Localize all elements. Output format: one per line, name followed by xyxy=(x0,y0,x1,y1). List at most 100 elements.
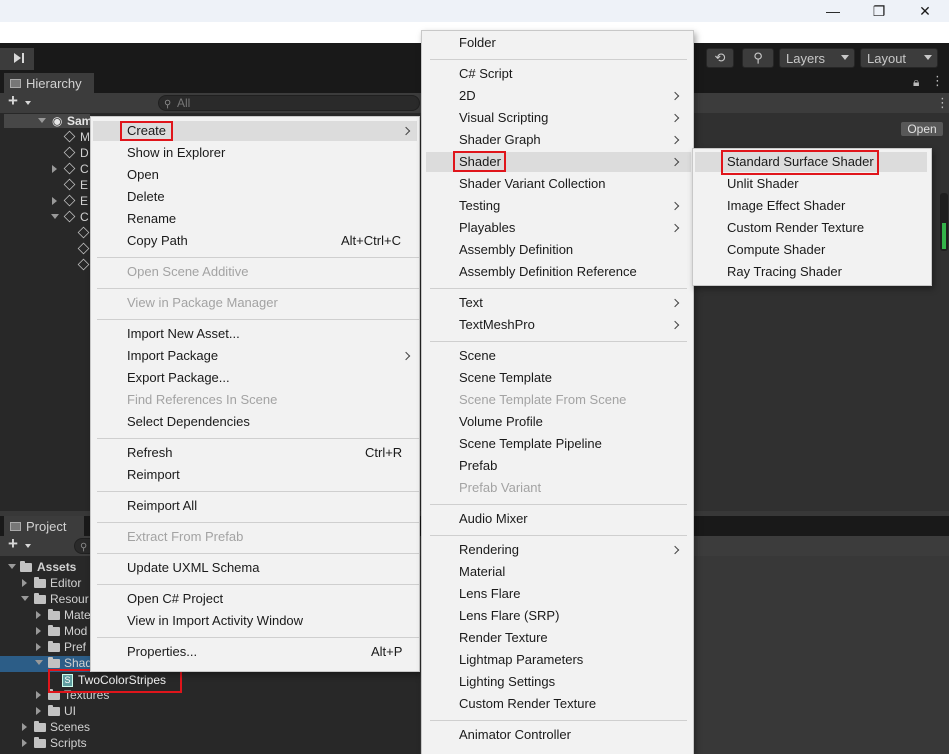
more-icon[interactable]: ⋮ xyxy=(936,95,949,111)
chevron-right-icon xyxy=(670,298,680,308)
search-button[interactable]: ⚲ xyxy=(742,48,774,68)
menu-item-assembly-definition[interactable]: Assembly Definition xyxy=(459,240,573,260)
menu-item-copy-path[interactable]: Copy Path xyxy=(127,231,188,251)
menu-item-text[interactable]: Text xyxy=(459,293,483,313)
menu-item-assembly-definition-reference[interactable]: Assembly Definition Reference xyxy=(459,262,637,282)
shortcut-copy-path: Alt+Ctrl+C xyxy=(341,233,401,248)
menu-item-lighting-settings[interactable]: Lighting Settings xyxy=(459,672,555,692)
open-button[interactable]: Open xyxy=(900,121,944,137)
menu-item-find-references: Find References In Scene xyxy=(127,392,278,407)
add-icon[interactable]: + xyxy=(8,91,18,111)
menu-item-2d[interactable]: 2D xyxy=(459,86,476,106)
chevron-right-icon xyxy=(22,579,27,587)
menu-item-open-scene-additive: Open Scene Additive xyxy=(127,264,249,279)
menu-item-scene[interactable]: Scene xyxy=(459,346,496,366)
menu-item-export-package[interactable]: Export Package... xyxy=(127,368,230,388)
menu-item-volume-profile[interactable]: Volume Profile xyxy=(459,412,543,432)
menu-separator xyxy=(430,720,687,721)
more-icon[interactable]: ⋮ xyxy=(931,73,944,89)
menu-separator xyxy=(97,522,419,523)
menu-item-unlit-shader[interactable]: Unlit Shader xyxy=(727,174,799,194)
lock-icon[interactable]: 🔒︎ xyxy=(913,75,919,90)
menu-item-lens-flare[interactable]: Lens Flare xyxy=(459,584,520,604)
menu-item-scene-template[interactable]: Scene Template xyxy=(459,368,552,388)
menu-item-textmeshpro[interactable]: TextMeshPro xyxy=(459,315,535,335)
menu-item-shader-variant-collection[interactable]: Shader Variant Collection xyxy=(459,174,605,194)
tab-hierarchy[interactable]: Hierarchy xyxy=(4,73,94,93)
menu-item-prefab[interactable]: Prefab xyxy=(459,456,497,476)
menu-item-ray-tracing-shader[interactable]: Ray Tracing Shader xyxy=(727,262,842,282)
menu-item-reimport-all[interactable]: Reimport All xyxy=(127,496,197,516)
menu-item-update-uxml-schema[interactable]: Update UXML Schema xyxy=(127,558,259,578)
chevron-right-icon xyxy=(670,113,680,123)
scene-row[interactable]: ◉ Sam xyxy=(4,114,92,128)
menu-item-import-new-asset[interactable]: Import New Asset... xyxy=(127,324,240,344)
chevron-right-icon xyxy=(36,643,41,651)
highlight-box-shader xyxy=(453,151,506,172)
menu-item-shader-graph[interactable]: Shader Graph xyxy=(459,130,541,150)
menu-item-properties[interactable]: Properties... xyxy=(127,642,197,662)
menu-separator xyxy=(430,288,687,289)
menu-item-image-effect-shader[interactable]: Image Effect Shader xyxy=(727,196,845,216)
menu-item-csharp-script[interactable]: C# Script xyxy=(459,64,512,84)
menu-separator xyxy=(97,584,419,585)
menu-item-audio-mixer[interactable]: Audio Mixer xyxy=(459,509,528,529)
layers-dropdown[interactable]: Layers xyxy=(779,48,855,68)
add-icon[interactable]: + xyxy=(8,534,18,554)
menu-item-lens-flare-srp[interactable]: Lens Flare (SRP) xyxy=(459,606,559,626)
folder-icon xyxy=(48,625,60,636)
menu-item-delete[interactable]: Delete xyxy=(127,187,165,207)
menu-item-scene-template-pipeline[interactable]: Scene Template Pipeline xyxy=(459,434,602,454)
menu-item-render-texture[interactable]: Render Texture xyxy=(459,628,548,648)
history-button[interactable]: ⟲ xyxy=(706,48,734,68)
menu-item-show-in-explorer[interactable]: Show in Explorer xyxy=(127,143,225,163)
menu-item-scene-template-from-scene: Scene Template From Scene xyxy=(459,392,627,407)
menu-item-material[interactable]: Material xyxy=(459,562,505,582)
close-icon[interactable]: ✕ xyxy=(902,0,948,22)
highlight-box-create xyxy=(120,121,173,141)
menu-item-animator-controller[interactable]: Animator Controller xyxy=(459,725,571,745)
folder-icon xyxy=(48,705,60,716)
chevron-right-icon xyxy=(22,723,27,731)
restore-icon[interactable]: ❐ xyxy=(856,0,902,22)
menu-item-custom-render-texture[interactable]: Custom Render Texture xyxy=(459,694,596,714)
chevron-right-icon xyxy=(670,545,680,555)
menu-item-refresh[interactable]: Refresh xyxy=(127,443,173,463)
folder-icon xyxy=(34,737,46,748)
menu-separator xyxy=(430,535,687,536)
shortcut-properties: Alt+P xyxy=(371,644,403,659)
menu-item-visual-scripting[interactable]: Visual Scripting xyxy=(459,108,548,128)
menu-item-rename[interactable]: Rename xyxy=(127,209,176,229)
menu-item-folder[interactable]: Folder xyxy=(459,33,496,53)
step-icon xyxy=(14,53,21,63)
menu-item-compute-shader[interactable]: Compute Shader xyxy=(727,240,825,260)
menu-item-reimport[interactable]: Reimport xyxy=(127,465,180,485)
menu-item-view-import-activity[interactable]: View in Import Activity Window xyxy=(127,611,303,631)
search-icon: ⚲ xyxy=(753,50,763,65)
menu-item-playables[interactable]: Playables xyxy=(459,218,515,238)
chevron-right-icon xyxy=(36,611,41,619)
chevron-right-icon xyxy=(401,351,411,361)
search-icon: ⚲ xyxy=(164,99,172,110)
layout-dropdown[interactable]: Layout xyxy=(860,48,938,68)
menu-item-view-in-package-manager: View in Package Manager xyxy=(127,295,278,310)
step-button[interactable] xyxy=(0,48,34,70)
menu-item-lightmap-parameters[interactable]: Lightmap Parameters xyxy=(459,650,583,670)
chevron-down-icon xyxy=(35,660,43,665)
menu-item-extract-from-prefab: Extract From Prefab xyxy=(127,529,244,544)
menu-item-custom-render-texture-shader[interactable]: Custom Render Texture xyxy=(727,218,864,238)
menu-separator xyxy=(97,438,419,439)
folder-icon xyxy=(34,721,46,732)
menu-item-select-dependencies[interactable]: Select Dependencies xyxy=(127,412,250,432)
audio-meter xyxy=(940,193,948,251)
menu-item-rendering[interactable]: Rendering xyxy=(459,540,519,560)
tab-project[interactable]: Project xyxy=(4,516,84,536)
chevron-right-icon xyxy=(52,165,57,173)
minimize-icon[interactable]: — xyxy=(810,0,856,22)
folder-icon xyxy=(10,521,21,531)
hierarchy-search-input[interactable]: ⚲ All xyxy=(158,95,420,111)
menu-item-testing[interactable]: Testing xyxy=(459,196,500,216)
menu-item-open[interactable]: Open xyxy=(127,165,159,185)
menu-item-import-package[interactable]: Import Package xyxy=(127,346,218,366)
menu-item-open-csharp-project[interactable]: Open C# Project xyxy=(127,589,223,609)
